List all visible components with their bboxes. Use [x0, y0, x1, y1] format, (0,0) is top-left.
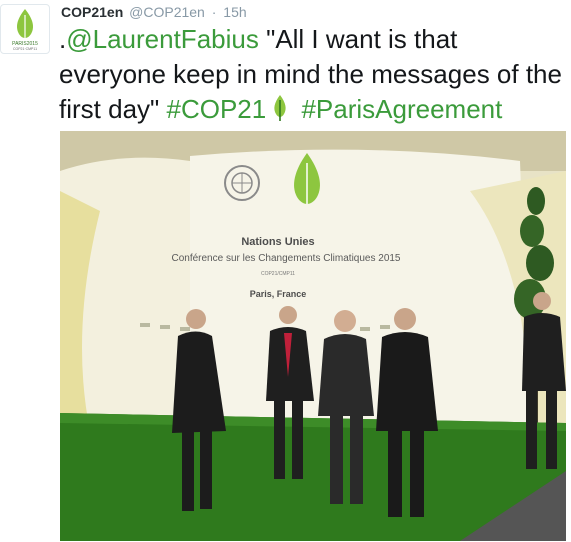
- author-handle[interactable]: @COP21en: [129, 4, 205, 20]
- backdrop-line-4: Paris, France: [250, 289, 307, 299]
- leaf-emoji-icon: [270, 94, 290, 131]
- hashtag-parisagreement[interactable]: #ParisAgreement: [301, 94, 502, 124]
- logo-text-2: COP21·CMP11: [13, 47, 37, 51]
- hashtag-cop21[interactable]: #COP21: [166, 94, 266, 124]
- backdrop-line-3: COP21/CMP11: [261, 271, 295, 277]
- tweet-photo[interactable]: Nations Unies Conférence sur les Changem…: [60, 131, 566, 541]
- tweet-timestamp[interactable]: 15h: [223, 4, 246, 20]
- tweet-text: .@LaurentFabius "All I want is that ever…: [59, 22, 569, 131]
- header-separator: ·: [211, 4, 217, 20]
- tweet-header: COP21en @COP21en · 15h: [61, 3, 247, 21]
- cop21-leaf-logo-icon: PARIS2015 COP21·CMP11: [12, 9, 38, 51]
- backdrop-line-2: Conférence sur les Changements Climatiqu…: [171, 253, 400, 264]
- author-name[interactable]: COP21en: [61, 4, 123, 20]
- backdrop-line-1: Nations Unies: [241, 236, 314, 248]
- author-avatar[interactable]: PARIS2015 COP21·CMP11: [0, 4, 50, 54]
- mention-link[interactable]: @LaurentFabius: [66, 24, 259, 54]
- photo-scene: Nations Unies Conférence sur les Changem…: [60, 131, 566, 541]
